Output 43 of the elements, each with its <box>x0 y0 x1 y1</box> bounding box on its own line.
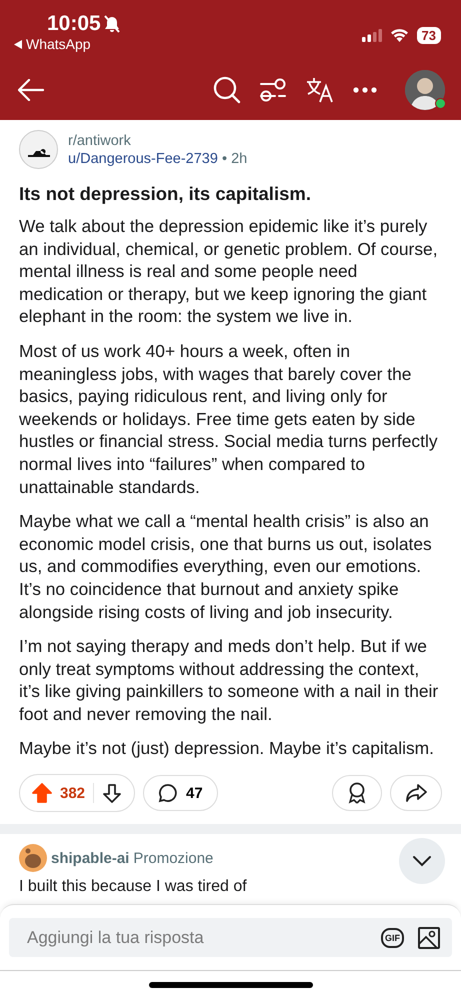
chevron-down-icon <box>412 855 432 867</box>
more-icon[interactable] <box>353 87 377 93</box>
sliders-icon[interactable] <box>259 78 287 102</box>
user-avatar-icon[interactable] <box>19 844 47 872</box>
post-paragraph: Maybe what we call a “mental health crisis” is also an economic model crisis, one that burns us out, isolates us, and commodifies everything, even our emotions. It’s no coincidence that burnout and anxiety spike alongside rising costs of living and job insecurity. <box>19 510 433 624</box>
profile-avatar[interactable] <box>405 70 445 110</box>
award-icon <box>347 782 367 804</box>
award-button[interactable] <box>332 775 382 812</box>
upvote-arrow-icon[interactable] <box>32 783 52 804</box>
post-title: Its not depression, its capitalism. <box>19 183 312 205</box>
share-button[interactable] <box>390 775 442 812</box>
back-triangle-icon[interactable] <box>14 40 22 48</box>
separator-dot: • <box>222 150 228 166</box>
post-paragraph: Maybe it’s not (just) depression. Maybe it’s capitalism. <box>19 737 435 760</box>
post-paragraph: We talk about the depression epidemic like it’s purely an individual, chemical, or genetic problem. Of course, mental illness is real and some people need medication or therapy, but we keep ignoring the giant elephant in the room: the system we live in. <box>19 215 439 328</box>
post-age: 2h <box>231 150 248 166</box>
translate-icon[interactable] <box>305 77 335 103</box>
author-name[interactable]: u/Dangerous-Fee-2739 <box>68 150 218 166</box>
comment-author[interactable]: shipable-ai <box>51 850 130 867</box>
search-icon[interactable] <box>213 76 241 104</box>
scroll-down-button[interactable] <box>399 838 445 884</box>
vote-count: 382 <box>60 784 86 802</box>
battery-level: 73 <box>416 26 441 44</box>
post-paragraph: Most of us work 40+ hours a week, often in meaningless jobs, with wages that barely cover the basics, paying ridiculous rent, and living only for weekends or holidays. Free time gets eaten by side hustles or financial stress. Social media turns perfectly normal lives into “failures” when compared to unattainable standards. <box>19 340 439 498</box>
back-to-app-link[interactable]: WhatsApp <box>14 36 91 52</box>
gif-button[interactable]: GIF <box>381 928 404 948</box>
wifi-icon <box>390 28 409 42</box>
subreddit-avatar[interactable] <box>19 130 58 169</box>
comments-button[interactable]: 47 <box>143 775 218 812</box>
signal-icon <box>362 28 382 42</box>
post-paragraph: I’m not saying therapy and meds don’t help. But if we only treat symptoms without addressing the context, it’s like giving painkillers to someone with a nail in their foot and never removing the nail. <box>19 635 440 726</box>
reply-field[interactable]: Aggiungi la tua risposta GIF <box>9 918 452 958</box>
subreddit-name[interactable]: r/antiwork <box>68 132 248 150</box>
comment-text: I built this because I was tired of <box>18 878 248 896</box>
clock-time: 10:05 <box>47 12 101 36</box>
speech-bubble-icon <box>158 783 178 804</box>
online-status-dot <box>435 98 446 109</box>
image-icon[interactable] <box>418 926 440 949</box>
share-icon <box>405 783 427 804</box>
back-arrow-icon[interactable] <box>18 79 44 101</box>
downvote-arrow-icon[interactable] <box>102 783 122 804</box>
promoted-label: Promozione <box>133 850 214 867</box>
bell-muted-icon <box>104 15 120 33</box>
